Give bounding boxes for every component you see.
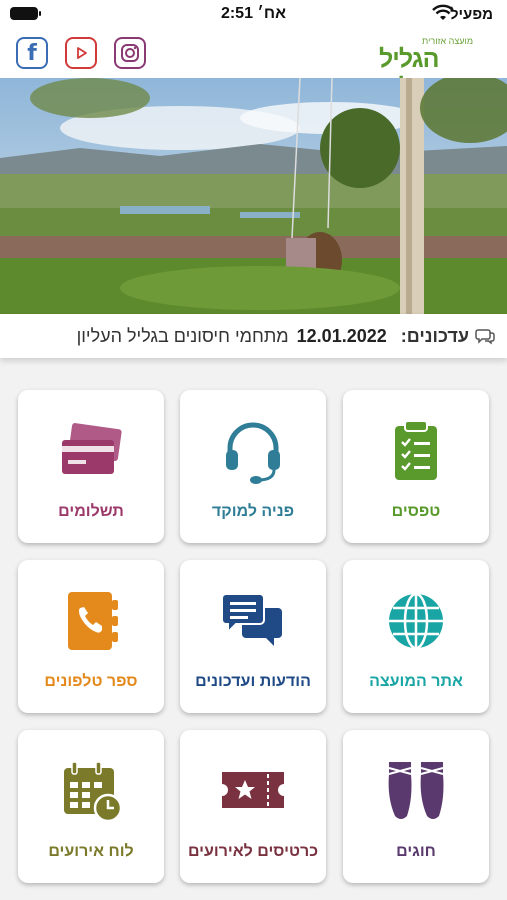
- news-label: עדכונים:: [400, 325, 469, 346]
- chat-icon: [475, 329, 495, 345]
- tile-call-center[interactable]: פניה למוקד: [180, 390, 326, 543]
- ticket-icon: [222, 772, 284, 808]
- tile-label: כרטיסים לאירועים: [187, 843, 319, 860]
- tile-council-site[interactable]: אתר המועצה: [343, 560, 489, 713]
- ballet-shoes-icon: [388, 762, 444, 819]
- news-ticker[interactable]: עדכונים: 12.01.2022 מתחמי חיסונים בגליל …: [0, 314, 507, 358]
- headset-icon: [226, 422, 280, 484]
- news-date: 12.01.2022: [296, 325, 387, 346]
- hero-image: [0, 78, 507, 314]
- facebook-icon[interactable]: f: [16, 37, 48, 69]
- tile-label: אתר המועצה: [369, 673, 463, 690]
- instagram-icon[interactable]: [114, 37, 146, 69]
- tile-forms[interactable]: טפסים: [343, 390, 489, 543]
- youtube-icon[interactable]: [65, 37, 97, 69]
- tile-label: הודעות ועדכונים: [195, 673, 311, 690]
- tile-payments[interactable]: תשלומים: [18, 390, 164, 543]
- tile-label: לוח אירועים: [48, 843, 134, 860]
- council-logo: מועצה אזורית הגליל העליון: [379, 34, 491, 102]
- tile-label: תשלומים: [58, 503, 124, 520]
- tile-events-calendar[interactable]: לוח אירועים: [18, 730, 164, 883]
- tile-phone-book[interactable]: ספר טלפונים: [18, 560, 164, 713]
- chat-bubbles-icon: [221, 593, 282, 646]
- news-headline[interactable]: מתחמי חיסונים בגליל העליון: [77, 326, 289, 347]
- tile-label: טפסים: [391, 503, 441, 520]
- tile-messages[interactable]: הודעות ועדכונים: [180, 560, 326, 713]
- carrier-name: מפעיל: [449, 6, 493, 23]
- clipboard-icon: [395, 420, 437, 480]
- tile-label: חוגים: [396, 843, 436, 860]
- calendar-icon: [64, 761, 123, 823]
- top-bar: f מועצה אזורית הגליל העליון: [0, 30, 507, 102]
- tile-classes[interactable]: חוגים: [343, 730, 489, 883]
- phone-book-icon: [68, 592, 118, 650]
- tile-label: פניה למוקד: [211, 503, 295, 520]
- credit-cards-icon: [62, 423, 122, 474]
- status-bar: 2:51 אח׳ מפעיל: [0, 0, 507, 30]
- tile-event-tickets[interactable]: כרטיסים לאירועים: [180, 730, 326, 883]
- globe-icon: [389, 592, 443, 650]
- tile-label: ספר טלפונים: [44, 673, 138, 690]
